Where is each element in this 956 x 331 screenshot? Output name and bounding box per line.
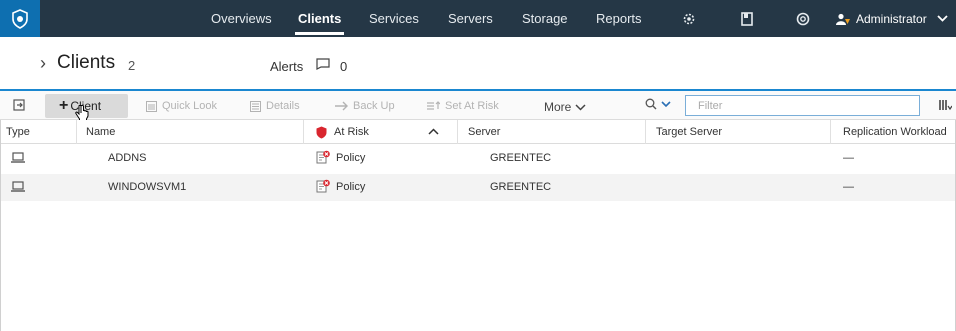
shield-risk-icon <box>316 126 327 139</box>
column-header-replication-workload[interactable]: Replication Workload <box>843 120 947 144</box>
settings-icon[interactable] <box>681 11 697 27</box>
table-border <box>0 120 1 331</box>
nav-reports[interactable]: Reports <box>596 0 642 37</box>
export-icon[interactable] <box>13 99 25 111</box>
nav-servers[interactable]: Servers <box>448 0 493 37</box>
chevron-down-icon <box>575 103 586 111</box>
nav-overviews[interactable]: Overviews <box>211 0 272 37</box>
user-name: Administrator <box>856 11 927 26</box>
details-label: Details <box>266 100 300 112</box>
cell-at-risk: Policy <box>336 152 366 164</box>
set-at-risk-icon <box>427 101 440 110</box>
nav-services[interactable]: Services <box>369 0 419 37</box>
page-title: Clients <box>57 52 116 73</box>
back-up-label: Back Up <box>353 100 395 112</box>
nav-clients[interactable]: Clients <box>294 0 345 37</box>
table-row[interactable]: WINDOWSVM1 Policy GREENTEC — <box>0 174 956 201</box>
column-header-at-risk[interactable]: At Risk <box>334 120 369 144</box>
column-divider[interactable] <box>303 120 304 144</box>
table-header: Type Name At Risk Server Target Server R… <box>0 120 956 144</box>
column-divider[interactable] <box>457 120 458 144</box>
cell-name: WINDOWSVM1 <box>108 181 187 193</box>
cell-server: GREENTEC <box>490 152 552 164</box>
column-divider[interactable] <box>76 120 77 144</box>
bookmark-icon[interactable] <box>739 11 755 27</box>
cell-replication-workload: — <box>843 152 854 164</box>
details-button[interactable]: Details <box>250 100 300 112</box>
column-header-name[interactable]: Name <box>86 120 115 144</box>
cell-name: ADDNS <box>108 152 147 164</box>
cell-at-risk: Policy <box>336 181 366 193</box>
policy-risk-icon <box>316 179 330 193</box>
top-navigation-bar: Overviews Clients Services Servers Stora… <box>0 0 956 37</box>
column-divider[interactable] <box>645 120 646 144</box>
filter-input[interactable] <box>685 95 920 116</box>
quick-look-icon <box>146 100 157 112</box>
back-up-button[interactable]: Back Up <box>334 100 395 112</box>
set-at-risk-label: Set At Risk <box>445 100 499 112</box>
breadcrumb-chevron-icon[interactable]: › <box>40 53 46 74</box>
alerts-count: 0 <box>340 59 348 74</box>
details-icon <box>250 100 261 112</box>
toolbar: + Client Quick Look Details Back Up Set … <box>0 89 956 122</box>
help-icon[interactable] <box>795 11 811 27</box>
column-header-target-server[interactable]: Target Server <box>656 120 722 144</box>
laptop-icon <box>11 152 25 163</box>
cell-replication-workload: — <box>843 181 854 193</box>
search-scope-dropdown[interactable] <box>645 98 671 110</box>
chevron-down-icon <box>661 100 671 107</box>
column-divider[interactable] <box>830 120 831 144</box>
nav-storage[interactable]: Storage <box>522 0 568 37</box>
column-header-server[interactable]: Server <box>468 120 500 144</box>
sort-ascending-icon[interactable] <box>428 128 439 135</box>
app-logo-icon[interactable] <box>0 0 40 37</box>
policy-risk-icon <box>316 150 330 164</box>
quick-look-label: Quick Look <box>162 100 218 112</box>
column-header-type[interactable]: Type <box>6 120 30 144</box>
set-at-risk-button[interactable]: Set At Risk <box>426 100 499 112</box>
table-row[interactable]: ADDNS Policy GREENTEC — <box>0 145 956 172</box>
flag-icon[interactable] <box>316 58 330 70</box>
quick-look-button[interactable]: Quick Look <box>146 100 217 112</box>
laptop-icon <box>11 181 25 192</box>
chevron-down-icon <box>937 15 948 22</box>
cell-server: GREENTEC <box>490 181 552 193</box>
plus-icon: + <box>59 97 69 114</box>
user-menu[interactable]: Administrator <box>836 0 948 37</box>
search-icon <box>645 98 657 110</box>
user-icon <box>836 13 850 25</box>
column-chooser-icon[interactable] <box>938 99 952 111</box>
back-up-icon <box>335 101 348 111</box>
more-button[interactable]: More <box>544 100 586 114</box>
client-count: 2 <box>128 58 136 73</box>
page-header: › Clients 2 Alerts 0 <box>0 37 956 89</box>
alerts-label[interactable]: Alerts <box>270 59 303 74</box>
more-label: More <box>544 100 572 114</box>
